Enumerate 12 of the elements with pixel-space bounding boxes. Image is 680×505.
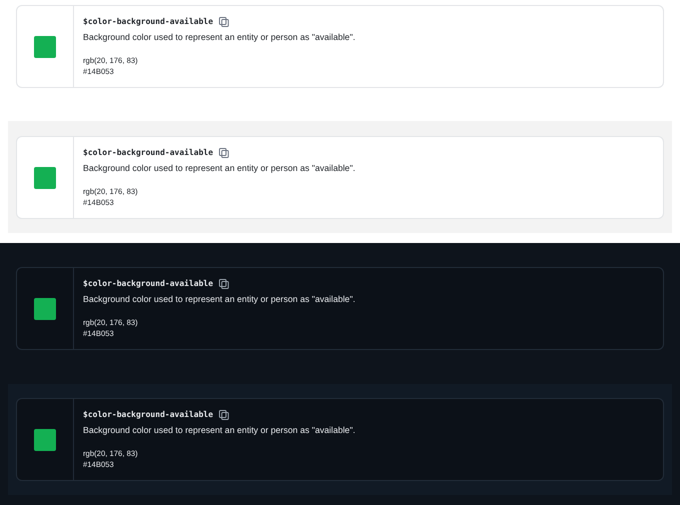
token-name: $color-background-available (83, 409, 214, 421)
copy-icon[interactable] (219, 410, 230, 420)
copy-icon[interactable] (219, 148, 230, 158)
token-description: Background color used to represent an entity or person as "available". (83, 424, 356, 437)
token-name: $color-background-available (83, 16, 214, 28)
token-name: $color-background-available (83, 278, 214, 290)
token-description: Background color used to represent an entity or person as "available". (83, 31, 356, 44)
copy-icon[interactable] (219, 17, 230, 27)
token-description: Background color used to represent an entity or person as "available". (83, 162, 356, 175)
token-description: Background color used to represent an entity or person as "available". (83, 293, 356, 306)
token-name: $color-background-available (83, 147, 214, 159)
copy-icon[interactable] (219, 279, 230, 289)
